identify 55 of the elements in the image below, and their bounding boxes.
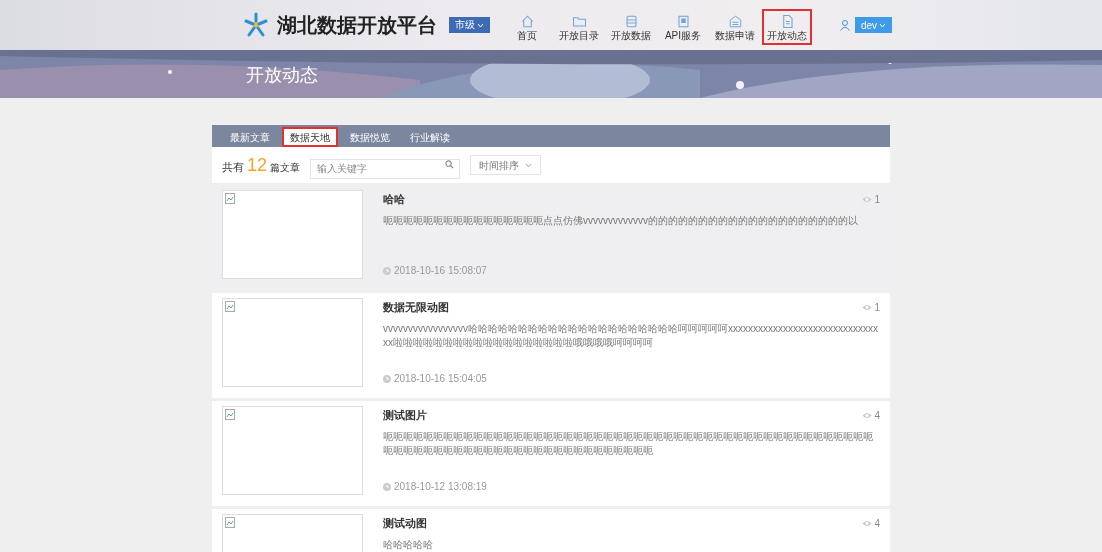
house-icon <box>727 13 743 29</box>
view-count: 1 <box>874 192 880 207</box>
eye-icon <box>862 411 873 419</box>
site-title: 湖北数据开放平台 <box>277 13 437 38</box>
publish-date: 2018-10-16 15:08:07 <box>394 264 487 278</box>
search-field[interactable]: 输入关键字 <box>310 158 461 179</box>
broken-image-icon <box>225 409 235 420</box>
view-count: 4 <box>874 408 880 423</box>
article-title[interactable]: 数据无限动图 <box>383 299 449 316</box>
nav-tab[interactable]: 开放目录 <box>554 9 604 45</box>
search-icon[interactable] <box>445 160 455 169</box>
user-icon <box>838 19 851 31</box>
article-summary: 呃呃呃呃呃呃呃呃呃呃呃呃呃呃呃呃呃呃呃呃呃呃呃呃呃呃呃呃呃呃呃呃呃呃呃呃呃呃呃呃呃呃呃呃呃呃呃呃呃呃呃呃呃呃呃呃呃呃呃呃呃呃呃呃呃呃呃呃呃呃呃呃呃呃呃呃 <box>383 429 874 458</box>
banner-title: 开放动态 <box>246 64 318 87</box>
broken-image-icon <box>225 193 235 204</box>
eye-icon <box>862 519 873 527</box>
home-icon <box>519 13 535 29</box>
category-tab[interactable]: 数据悦览 <box>342 127 398 147</box>
article-count: 共有 12 篇文章 <box>222 153 301 177</box>
region-dropdown[interactable]: 市级 <box>449 17 490 33</box>
article-title[interactable]: 测试图片 <box>383 407 427 424</box>
nav-tab[interactable]: 开放动态 <box>762 9 812 45</box>
sort-dropdown[interactable]: 时间排序 <box>470 155 542 175</box>
eye-icon <box>862 303 873 311</box>
nav-tab[interactable]: 开放数据 <box>606 9 656 45</box>
article-title[interactable]: 测试动图 <box>383 515 427 532</box>
broken-image-icon <box>225 301 235 312</box>
nav-tab[interactable]: 数据申请 <box>710 9 760 45</box>
article-card[interactable]: 测试动图 4 哈哈哈哈哈 <box>212 509 890 552</box>
clock-icon <box>383 482 391 491</box>
caret-icon <box>879 22 886 28</box>
category-tab[interactable]: 最新文章 <box>222 127 278 147</box>
article-card[interactable]: 数据无限动图 1 vvvvvvvvvvvvvvvvv哈哈哈哈哈哈哈哈哈哈哈哈哈哈哈哈哈哈哈哈哈呵呵呵呵呵xxxxxxxxxxxxxxxxxxxxxxxxxxxxxxxx啦啦啦啦啦啦啦啦啦啦啦啦啦啦啦啦啦啦哦哦哦哦呵呵呵呵 2018-10-16 15:04:05 <box>212 293 890 398</box>
database-icon <box>623 13 639 29</box>
category-tab[interactable]: 行业解读 <box>402 127 458 147</box>
article-summary: 呃呃呃呃呃呃呃呃呃呃呃呃呃呃呃呃点点仿佛vvvvvvvvvvvvv的的的的的的的的的的的的的的的的的的的的以 <box>383 213 859 228</box>
caret-icon <box>477 22 484 28</box>
star-logo-icon <box>243 12 269 38</box>
caret-icon <box>525 162 533 168</box>
eye-icon <box>862 195 873 203</box>
nav-tab[interactable]: API服务 <box>658 9 708 45</box>
publish-date: 2018-10-16 15:04:05 <box>394 372 487 386</box>
category-tab[interactable]: 数据天地 <box>282 127 338 147</box>
article-card[interactable]: 测试图片 4 呃呃呃呃呃呃呃呃呃呃呃呃呃呃呃呃呃呃呃呃呃呃呃呃呃呃呃呃呃呃呃呃呃呃呃呃呃呃呃呃呃呃呃呃呃呃呃呃呃呃呃呃呃呃呃呃呃呃呃呃呃呃呃呃呃呃呃呃呃呃呃呃呃呃呃呃 2018-10-12 13:08:19 <box>212 401 890 506</box>
nav-tab[interactable]: 首页 <box>502 9 552 45</box>
publish-date: 2018-10-12 13:08:19 <box>394 480 487 494</box>
clock-icon <box>383 266 391 275</box>
article-summary: vvvvvvvvvvvvvvvvv哈哈哈哈哈哈哈哈哈哈哈哈哈哈哈哈哈哈哈哈哈呵呵呵呵呵xxxxxxxxxxxxxxxxxxxxxxxxxxxxxxxx啦啦啦啦啦啦啦啦啦啦啦啦啦啦啦啦啦啦哦哦哦哦呵呵呵呵 <box>383 321 879 350</box>
clock-icon <box>383 374 391 383</box>
view-count: 4 <box>874 516 880 531</box>
view-count: 1 <box>874 300 880 315</box>
article-title[interactable]: 哈哈 <box>383 191 405 208</box>
chip-icon <box>675 13 691 29</box>
article-summary: 哈哈哈哈哈 <box>383 537 434 552</box>
broken-image-icon <box>225 517 235 528</box>
